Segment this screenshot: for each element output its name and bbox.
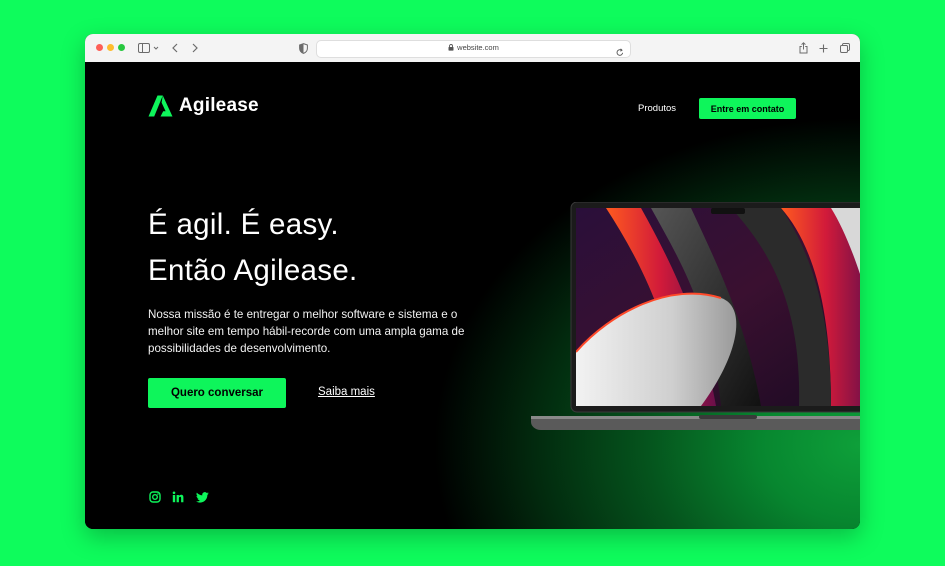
contact-button[interactable]: Entre em contato (699, 98, 796, 119)
zoom-window-button[interactable] (118, 44, 125, 51)
headline-line-2: Então Agilease. (148, 254, 358, 287)
reload-icon[interactable] (616, 44, 624, 62)
twitter-icon[interactable] (195, 490, 209, 504)
hero-description: Nossa missão é te entregar o melhor soft… (148, 308, 465, 355)
minimize-window-button[interactable] (107, 44, 114, 51)
new-tab-icon[interactable] (818, 41, 828, 55)
hero-headline: É agil. É easy. Então Agilease. (148, 202, 358, 294)
brand-name: Agilease (179, 95, 259, 116)
nav-link-produtos[interactable]: Produtos (638, 103, 676, 114)
share-icon[interactable] (798, 41, 808, 55)
website-content: Agilease Produtos Entre em contato É agi… (85, 62, 860, 529)
linkedin-icon[interactable] (171, 490, 185, 504)
address-bar[interactable]: website.com (316, 40, 631, 58)
close-window-button[interactable] (96, 44, 103, 51)
quero-conversar-button[interactable]: Quero conversar (148, 378, 286, 408)
back-icon[interactable] (171, 41, 179, 55)
url-text: website.com (457, 43, 499, 52)
forward-icon[interactable] (191, 41, 199, 55)
instagram-icon[interactable] (148, 490, 162, 504)
headline-line-1: É agil. É easy. (148, 208, 339, 241)
saiba-mais-link[interactable]: Saiba mais (318, 386, 375, 398)
brand-logo[interactable]: Agilease (148, 95, 259, 117)
browser-window: website.com Agilease Produtos Entre em c… (85, 34, 860, 529)
browser-toolbar: website.com (85, 34, 860, 63)
privacy-shield-icon[interactable] (298, 41, 308, 55)
agilease-logo-icon (148, 95, 173, 117)
tab-overview-icon[interactable] (839, 41, 850, 55)
lock-icon (448, 44, 454, 53)
sidebar-icon[interactable] (138, 41, 160, 55)
url-display: website.com (317, 43, 630, 53)
laptop-image (531, 202, 860, 430)
